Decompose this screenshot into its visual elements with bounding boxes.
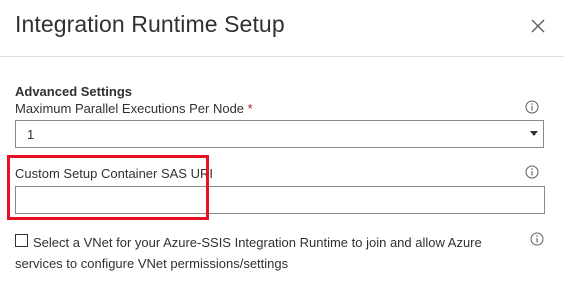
sas-uri-input[interactable] xyxy=(15,186,545,214)
info-icon[interactable] xyxy=(525,100,539,114)
max-parallel-value: 1 xyxy=(27,127,35,142)
close-icon[interactable] xyxy=(527,15,549,37)
dialog-header: Integration Runtime Setup xyxy=(0,0,564,57)
chevron-down-icon xyxy=(530,131,538,136)
dialog-title: Integration Runtime Setup xyxy=(15,11,285,37)
vnet-checkbox-label: Select a VNet for your Azure-SSIS Integr… xyxy=(15,235,482,271)
advanced-settings-heading: Advanced Settings xyxy=(15,84,133,99)
info-icon[interactable] xyxy=(525,165,539,179)
max-parallel-select[interactable]: 1 xyxy=(15,120,544,148)
info-icon[interactable] xyxy=(530,232,544,246)
max-parallel-label-text: Maximum Parallel Executions Per Node xyxy=(15,101,245,116)
max-parallel-label: Maximum Parallel Executions Per Node * xyxy=(15,101,253,116)
sas-uri-label: Custom Setup Container SAS URI xyxy=(15,166,213,181)
required-mark: * xyxy=(247,101,253,116)
